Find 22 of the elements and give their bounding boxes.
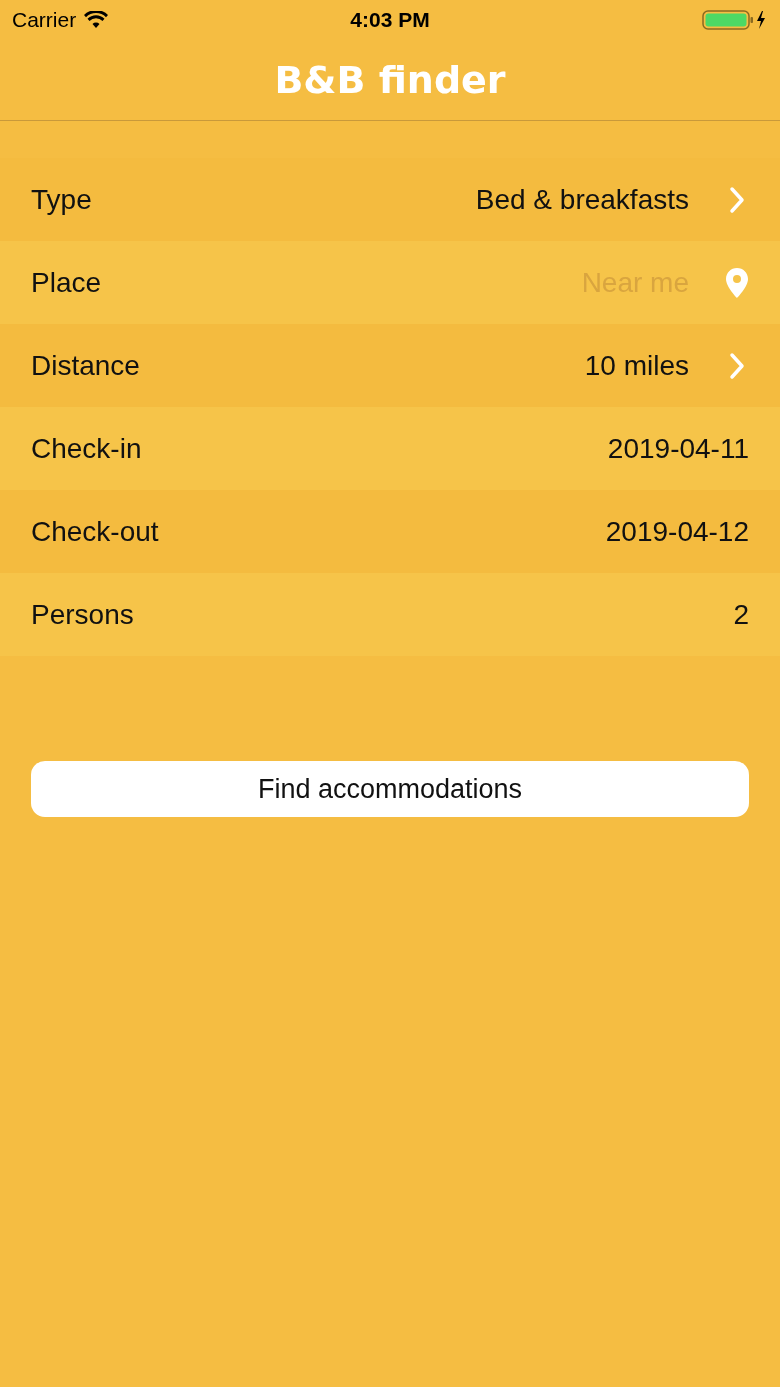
form-row[interactable]: Persons 2 [0, 573, 780, 656]
battery-charging-icon [702, 9, 768, 31]
row-label: Place [31, 266, 103, 299]
chevron-icon [729, 351, 745, 380]
row-label: Distance [31, 349, 141, 382]
wifi-icon [84, 11, 109, 29]
chevron-icon [729, 185, 745, 214]
row-value: 10 miles [584, 349, 689, 382]
row-label: Check-in [31, 432, 143, 465]
row-value: 2019-04-11 [607, 432, 749, 465]
row-label: Type [31, 183, 93, 216]
carrier-name: Carrier [12, 8, 77, 32]
row-value: 2 [733, 598, 749, 631]
form-row[interactable]: Check-in 2019-04-11 [0, 407, 780, 490]
row-value: Bed & breakfasts [475, 183, 689, 216]
location-pin-icon[interactable] [725, 266, 749, 299]
row-label: Persons [31, 598, 135, 631]
row-value: 2019-04-12 [605, 515, 749, 548]
find-accommodations-button[interactable]: Find accommodations [31, 761, 749, 817]
row-label: Check-out [31, 515, 160, 548]
app-title: B&B finder [274, 58, 506, 102]
status-time: 4:03 PM [350, 8, 430, 32]
